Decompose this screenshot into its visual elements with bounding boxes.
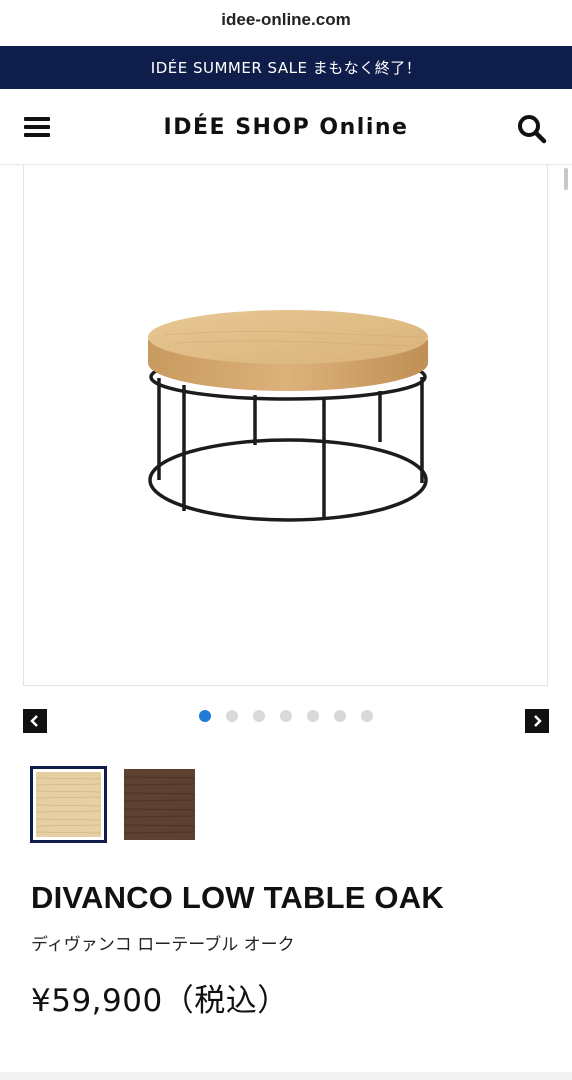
url-text: idee-online.com xyxy=(221,10,351,29)
gallery-dot-6[interactable] xyxy=(334,710,346,722)
gallery-dot-4[interactable] xyxy=(280,710,292,722)
section-divider xyxy=(0,1072,572,1080)
oak-swatch-image xyxy=(35,772,102,837)
product-image xyxy=(148,310,428,522)
gallery-dot-5[interactable] xyxy=(307,710,319,722)
swatch-oak[interactable] xyxy=(30,766,107,843)
page-scrollbar[interactable] xyxy=(564,168,568,190)
sale-banner[interactable]: IDÉE SUMMER SALE まもなく終了！ xyxy=(0,46,572,89)
product-price: ¥59,900（税込） xyxy=(31,983,289,1019)
browser-url-bar[interactable]: idee-online.com xyxy=(0,0,572,46)
site-logo[interactable]: IDÉE SHOP Online xyxy=(0,115,572,140)
chevron-left-icon xyxy=(30,715,38,727)
gallery-pagination xyxy=(199,710,373,722)
product-subtitle: ディヴァンコ ローテーブル オーク xyxy=(31,935,295,955)
walnut-swatch-image xyxy=(123,769,196,840)
gallery-next-button[interactable] xyxy=(525,709,549,733)
product-image-frame[interactable] xyxy=(23,165,548,686)
gallery-dot-2[interactable] xyxy=(226,710,238,722)
product-title: DIVANCO LOW TABLE OAK xyxy=(31,880,444,915)
search-icon[interactable] xyxy=(516,113,548,145)
gallery-dot-3[interactable] xyxy=(253,710,265,722)
gallery-dot-7[interactable] xyxy=(361,710,373,722)
gallery-prev-button[interactable] xyxy=(23,709,47,733)
swatch-walnut[interactable] xyxy=(123,769,196,840)
chevron-right-icon xyxy=(534,715,542,727)
site-header: IDÉE SHOP Online xyxy=(0,89,572,165)
sale-banner-text: IDÉE SUMMER SALE まもなく終了！ xyxy=(150,59,422,77)
gallery-dot-1[interactable] xyxy=(199,710,211,722)
